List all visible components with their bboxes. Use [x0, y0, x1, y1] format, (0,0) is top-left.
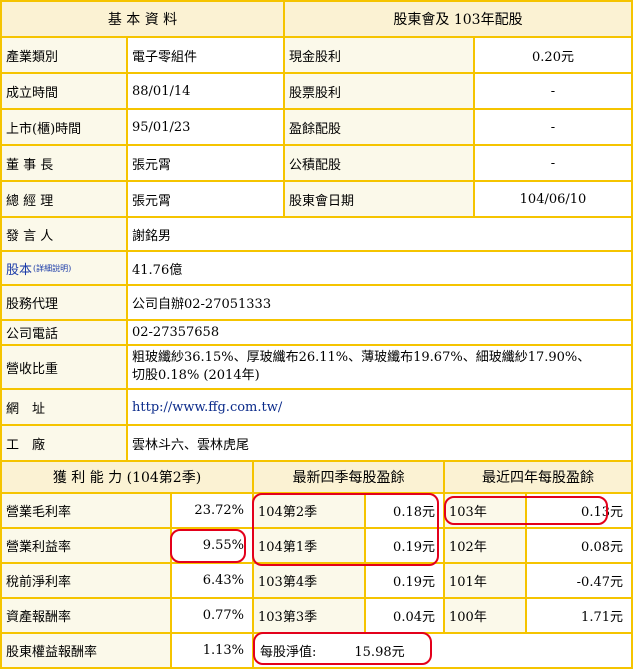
nav-value: 15.98元 — [354, 645, 405, 660]
basic-info-header: 基 本 資 料 — [2, 2, 283, 36]
dividend-header: 股東會及 103年配股 — [285, 2, 631, 36]
nav-cell: 每股淨值: 15.98元 — [254, 634, 631, 667]
eps-y-value-0: 0.13元 — [527, 494, 631, 527]
transfer-agent-label: 股務代理 — [2, 286, 126, 319]
stock-info-table: 基 本 資 料 股東會及 103年配股 產業類別 電子零組件 現金股利 0.20… — [0, 0, 633, 669]
listing-date-label: 上市(櫃)時間 — [2, 110, 126, 144]
eps-y-label-0: 103年 — [445, 494, 525, 527]
founded-label: 成立時間 — [2, 74, 126, 108]
eps-q-label-3: 103第3季 — [254, 599, 364, 632]
website-link[interactable]: http://www.ffg.com.tw/ — [132, 400, 282, 415]
founded-value: 88/01/14 — [128, 74, 283, 108]
stock-dividend-value: - — [475, 74, 631, 108]
cash-dividend-value: 0.20元 — [475, 38, 631, 72]
eps-quarter-header: 最新四季每股盈餘 — [254, 462, 443, 492]
transfer-agent-value: 公司自辦02-27051333 — [128, 286, 631, 319]
phone-value: 02-27357658 — [128, 321, 631, 344]
roa-label: 資產報酬率 — [2, 599, 170, 632]
eps-y-label-1: 102年 — [445, 529, 525, 562]
roa-value: 0.77% — [172, 599, 252, 632]
eps-q-value-2: 0.19元 — [366, 564, 443, 597]
eps-q-label-0: 104第2季 — [254, 494, 364, 527]
stock-dividend-label: 股票股利 — [285, 74, 473, 108]
pretax-margin-label: 稅前淨利率 — [2, 564, 170, 597]
cash-dividend-label: 現金股利 — [285, 38, 473, 72]
eps-y-value-3: 1.71元 — [527, 599, 631, 632]
operating-margin-value: 9.55% — [172, 529, 252, 562]
roe-value: 1.13% — [172, 634, 252, 667]
general-manager-value: 張元霄 — [128, 182, 283, 216]
website-cell: http://www.ffg.com.tw/ — [128, 390, 631, 424]
phone-label: 公司電話 — [2, 321, 126, 344]
earnings-stock-label: 盈餘配股 — [285, 110, 473, 144]
capital-label-cell: 股本 (詳細說明) — [2, 252, 126, 284]
profitability-header: 獲 利 能 力 (104第2季) — [2, 462, 252, 492]
chairman-value: 張元霄 — [128, 146, 283, 180]
capital-value: 41.76億 — [128, 252, 631, 284]
capital-reserve-value: - — [475, 146, 631, 180]
gross-margin-label: 營業毛利率 — [2, 494, 170, 527]
factory-value: 雲林斗六、雲林虎尾 — [128, 426, 631, 460]
spokesperson-value: 謝銘男 — [128, 218, 631, 250]
eps-y-label-2: 101年 — [445, 564, 525, 597]
capital-reserve-label: 公積配股 — [285, 146, 473, 180]
revenue-mix-value: 粗玻纖紗36.15%、厚玻纖布26.11%、薄玻纖布19.67%、細玻纖紗17.… — [128, 346, 631, 388]
nav-label: 每股淨值: — [260, 645, 317, 660]
eps-y-value-1: 0.08元 — [527, 529, 631, 562]
eps-q-label-1: 104第1季 — [254, 529, 364, 562]
eps-y-value-2: -0.47元 — [527, 564, 631, 597]
factory-label: 工 廠 — [2, 426, 126, 460]
spokesperson-label: 發 言 人 — [2, 218, 126, 250]
chairman-label: 董 事 長 — [2, 146, 126, 180]
revenue-mix-label: 營收比重 — [2, 346, 126, 388]
capital-detail-link[interactable]: (詳細說明) — [33, 263, 71, 274]
agm-date-value: 104/06/10 — [475, 182, 631, 216]
roe-label: 股東權益報酬率 — [2, 634, 170, 667]
industry-label: 產業類別 — [2, 38, 126, 72]
eps-q-label-2: 103第4季 — [254, 564, 364, 597]
operating-margin-label: 營業利益率 — [2, 529, 170, 562]
eps-q-value-1: 0.19元 — [366, 529, 443, 562]
general-manager-label: 總 經 理 — [2, 182, 126, 216]
gross-margin-value: 23.72% — [172, 494, 252, 527]
capital-label[interactable]: 股本 — [6, 259, 32, 278]
pretax-margin-value: 6.43% — [172, 564, 252, 597]
eps-q-value-0: 0.18元 — [366, 494, 443, 527]
industry-value: 電子零組件 — [128, 38, 283, 72]
eps-year-header: 最近四年每股盈餘 — [445, 462, 631, 492]
agm-date-label: 股東會日期 — [285, 182, 473, 216]
eps-q-value-3: 0.04元 — [366, 599, 443, 632]
eps-y-label-3: 100年 — [445, 599, 525, 632]
earnings-stock-value: - — [475, 110, 631, 144]
listing-date-value: 95/01/23 — [128, 110, 283, 144]
website-label: 網 址 — [2, 390, 126, 424]
